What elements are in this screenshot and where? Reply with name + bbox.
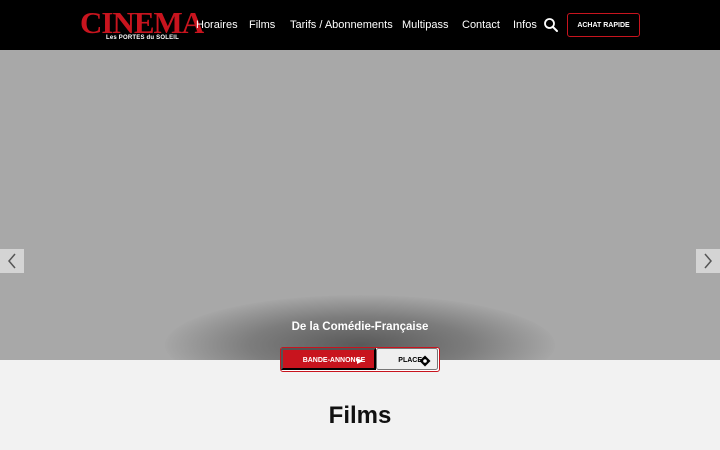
logo-sub-text: Les PORTES du SOLEIL xyxy=(106,35,180,41)
hero-actions: BANDE-ANNONCE PLACES xyxy=(280,347,440,372)
cinema-logo[interactable]: CINEMA Les PORTES du SOLEIL xyxy=(80,6,204,44)
search-icon[interactable] xyxy=(543,17,559,33)
slider-prev-button[interactable] xyxy=(0,249,24,273)
hero-slider: De la Comédie-Française xyxy=(0,50,720,360)
chevron-left-icon xyxy=(8,253,16,269)
nav-infos[interactable]: Infos xyxy=(513,0,537,50)
chevron-right-icon xyxy=(704,253,712,269)
nav-tarifs-abonnements[interactable]: Tarifs / Abonnements xyxy=(290,0,393,50)
bande-annonce-button[interactable]: BANDE-ANNONCE xyxy=(281,348,376,370)
play-icon xyxy=(357,358,363,364)
achat-rapide-button[interactable]: ACHAT RAPIDE xyxy=(567,13,640,37)
site-header: CINEMA Les PORTES du SOLEIL Horaires Fil… xyxy=(0,0,720,50)
ticket-icon xyxy=(419,355,431,367)
nav-multipass[interactable]: Multipass xyxy=(402,0,448,50)
places-button[interactable]: PLACES xyxy=(376,348,438,370)
hero-title: De la Comédie-Française xyxy=(291,321,429,333)
nav-contact[interactable]: Contact xyxy=(462,0,500,50)
nav-horaires[interactable]: Horaires xyxy=(196,0,238,50)
films-section-title: Films xyxy=(328,402,392,429)
nav-films[interactable]: Films xyxy=(249,0,275,50)
slider-next-button[interactable] xyxy=(696,249,720,273)
bande-annonce-label: BANDE-ANNONCE xyxy=(302,357,366,364)
